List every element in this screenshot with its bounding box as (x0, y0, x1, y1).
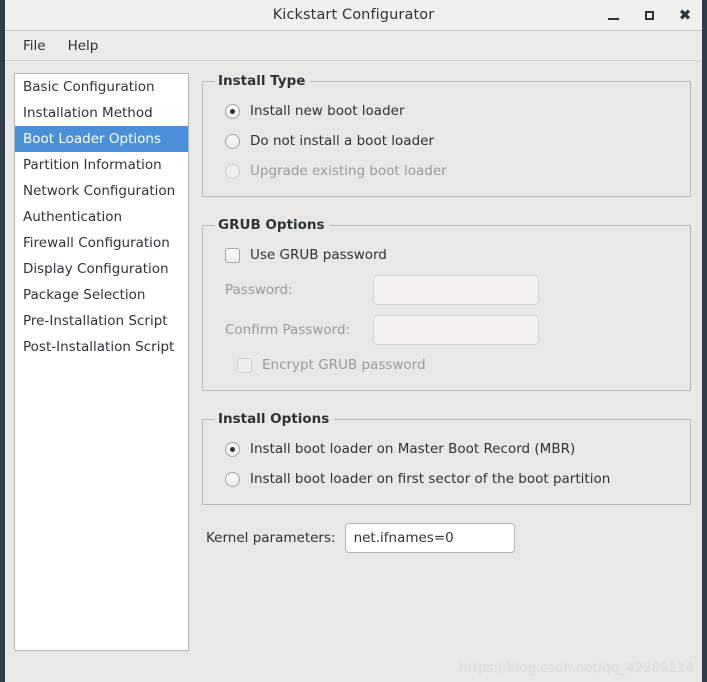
confirm-password-label: Confirm Password: (225, 322, 351, 338)
sidebar-item-partition-information[interactable]: Partition Information (15, 152, 188, 178)
radio-install-on-mbr[interactable]: Install boot loader on Master Boot Recor… (213, 434, 680, 464)
settings-pane: Install Type Install new boot loader Do … (189, 73, 691, 682)
radio-install-on-first-sector[interactable]: Install boot loader on first sector of t… (213, 464, 680, 494)
sidebar-item-basic-configuration[interactable]: Basic Configuration (15, 74, 188, 100)
radio-icon (225, 103, 240, 119)
install-type-legend: Install Type (218, 73, 306, 89)
grub-options-legend: GRUB Options (218, 217, 325, 233)
install-type-group: Install Type Install new boot loader Do … (202, 73, 691, 197)
grub-confirm-password-row: Confirm Password: (213, 310, 680, 350)
checkbox-icon (237, 357, 252, 373)
radio-label: Upgrade existing boot loader (250, 163, 447, 179)
kernel-parameters-row: Kernel parameters: (202, 521, 691, 555)
title-bar: Kickstart Configurator ✖ (5, 0, 702, 31)
checkbox-icon (225, 247, 240, 263)
sidebar-item-boot-loader-options[interactable]: Boot Loader Options (15, 126, 188, 152)
checkbox-encrypt-grub-password: Encrypt GRUB password (213, 350, 680, 380)
sidebar-item-post-installation-script[interactable]: Post-Installation Script (15, 334, 188, 360)
kernel-parameters-input[interactable] (344, 523, 515, 553)
navigation-list[interactable]: Basic Configuration Installation Method … (14, 73, 189, 651)
radio-label: Install boot loader on Master Boot Recor… (250, 441, 576, 457)
maximize-button[interactable] (638, 4, 660, 26)
radio-icon (225, 471, 240, 487)
menu-bar: File Help (5, 31, 702, 61)
radio-icon (225, 441, 240, 457)
main-content: Basic Configuration Installation Method … (5, 61, 702, 682)
sidebar-item-pre-installation-script[interactable]: Pre-Installation Script (15, 308, 188, 334)
sidebar-item-display-configuration[interactable]: Display Configuration (15, 256, 188, 282)
maximize-icon (644, 10, 654, 20)
sidebar-item-firewall-configuration[interactable]: Firewall Configuration (15, 230, 188, 256)
grub-password-input[interactable] (373, 275, 539, 305)
radio-label: Do not install a boot loader (250, 133, 434, 149)
close-icon: ✖ (678, 5, 692, 24)
radio-icon (225, 163, 240, 179)
checkbox-label: Use GRUB password (250, 247, 387, 263)
sidebar-item-package-selection[interactable]: Package Selection (15, 282, 188, 308)
radio-install-new-boot-loader[interactable]: Install new boot loader (213, 96, 680, 126)
checkbox-label: Encrypt GRUB password (262, 357, 426, 373)
radio-icon (225, 133, 240, 149)
radio-label: Install boot loader on first sector of t… (250, 471, 611, 487)
window-title: Kickstart Configurator (272, 7, 435, 23)
minimize-button[interactable] (602, 4, 624, 26)
radio-label: Install new boot loader (250, 103, 405, 119)
close-button[interactable]: ✖ (674, 4, 696, 26)
application-window: Kickstart Configurator ✖ File Help Basic… (0, 0, 707, 682)
radio-upgrade-existing-boot-loader: Upgrade existing boot loader (213, 156, 680, 186)
grub-confirm-password-input[interactable] (373, 315, 539, 345)
window-controls: ✖ (602, 0, 696, 30)
install-options-legend: Install Options (218, 411, 330, 427)
menu-help[interactable]: Help (58, 35, 109, 57)
install-options-group: Install Options Install boot loader on M… (202, 411, 691, 505)
grub-options-group: GRUB Options Use GRUB password Password:… (202, 217, 691, 391)
sidebar-item-authentication[interactable]: Authentication (15, 204, 188, 230)
password-label: Password: (225, 282, 293, 298)
minimize-icon (607, 17, 619, 20)
checkbox-use-grub-password[interactable]: Use GRUB password (213, 240, 680, 270)
radio-do-not-install-boot-loader[interactable]: Do not install a boot loader (213, 126, 680, 156)
sidebar-item-network-configuration[interactable]: Network Configuration (15, 178, 188, 204)
kernel-parameters-label: Kernel parameters: (206, 530, 336, 546)
grub-password-row: Password: (213, 270, 680, 310)
sidebar-item-installation-method[interactable]: Installation Method (15, 100, 188, 126)
menu-file[interactable]: File (13, 35, 56, 57)
